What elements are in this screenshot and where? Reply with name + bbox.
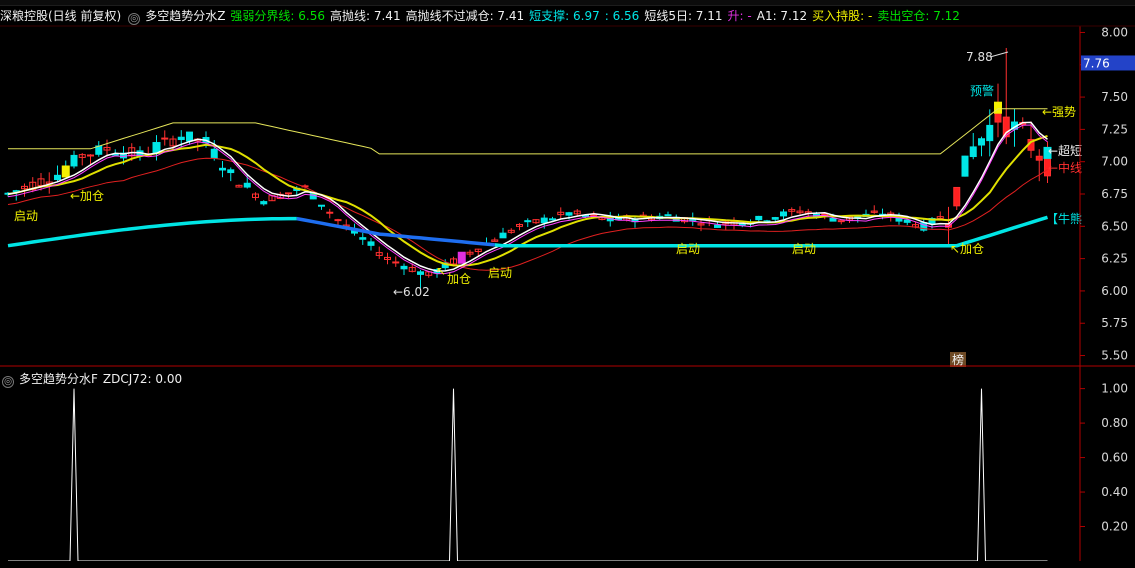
- candle-body: [210, 148, 218, 159]
- add-label-3: ↖加仓: [950, 242, 984, 256]
- candle-body: [227, 169, 235, 174]
- candle-body: [549, 218, 556, 221]
- add-label-2: 加仓: [447, 272, 471, 286]
- candle-body: [903, 219, 911, 223]
- start-label-3: 启动: [676, 242, 700, 256]
- super-short-label: ←超短: [1048, 143, 1082, 158]
- low-price-label: ←6.02: [393, 285, 430, 299]
- candle-body: [986, 124, 994, 142]
- price-tick-label: 6.00: [1101, 284, 1128, 298]
- upper-band-line: [8, 108, 1048, 155]
- signal-candle: [61, 165, 70, 178]
- price-tick-label: 8.00: [1101, 25, 1128, 39]
- candle-body: [417, 271, 424, 275]
- candle-body: [590, 214, 598, 217]
- ma5-offset-line: [7, 124, 1048, 275]
- candle-body: [70, 154, 78, 167]
- candle-body: [186, 131, 193, 142]
- sub-tick-label: 0.60: [1101, 451, 1128, 465]
- zdcj72-line: [8, 388, 1048, 562]
- ma5-line: [7, 121, 1048, 272]
- candle-body: [54, 174, 61, 181]
- start-label-2: 启动: [488, 266, 512, 280]
- candle-body: [87, 154, 94, 157]
- sub-tick-label: 0.80: [1101, 416, 1128, 430]
- trend-line-up: [7, 216, 297, 248]
- price-chart[interactable]: 启动←加仓加仓↖ 启动启动 启动 ↖加仓←6.027.88预警←强势←超短←中线【牛熊…: [0, 0, 1135, 568]
- candle-body: [961, 155, 969, 177]
- candle-body: [978, 138, 985, 146]
- sub-tick-label: 0.20: [1101, 520, 1128, 534]
- sub-tick-label: 0.40: [1101, 485, 1128, 499]
- bull-bear-label: 【牛熊: [1046, 211, 1082, 226]
- candle-body: [318, 204, 325, 207]
- price-tick-label: 7.00: [1101, 155, 1128, 169]
- warning-label: 预警: [970, 83, 994, 98]
- candle-body: [499, 232, 507, 239]
- candle-body: [243, 182, 251, 188]
- candle-body: [367, 241, 375, 246]
- candle-body: [755, 215, 763, 221]
- signal-candle: [457, 251, 466, 264]
- candle-body: [219, 167, 226, 171]
- sub-tick-label: 1.00: [1101, 382, 1128, 396]
- price-tick-label: 5.75: [1101, 316, 1128, 330]
- strong-label: ←强势: [1042, 105, 1076, 119]
- candle-body: [285, 192, 292, 195]
- current-price-label: 7.76: [1083, 56, 1110, 70]
- candle-body: [780, 211, 787, 217]
- candle-body: [1035, 155, 1043, 161]
- add-arrow-2: ↖: [436, 264, 446, 278]
- candle-body: [953, 186, 961, 207]
- price-tick-label: 7.25: [1101, 122, 1128, 136]
- candle-body: [771, 217, 779, 220]
- price-tick-label: 6.75: [1101, 187, 1128, 201]
- candle-body: [359, 237, 367, 240]
- candle-body: [400, 265, 408, 270]
- start-label-4: 启动: [792, 242, 816, 256]
- candle-body: [334, 219, 342, 222]
- price-tick-label: 7.50: [1101, 90, 1128, 104]
- mid-line-label: ←中线: [1048, 160, 1082, 175]
- candle-body: [829, 217, 837, 222]
- status-strip: [0, 561, 1135, 568]
- bang-label: 榜: [952, 352, 964, 367]
- price-tick-label: 6.50: [1101, 219, 1128, 233]
- candle-body: [326, 211, 334, 214]
- candle-body: [969, 146, 977, 158]
- candle-body: [664, 214, 672, 217]
- candle-body: [714, 224, 721, 228]
- candle-body: [524, 220, 532, 223]
- candle-body: [161, 137, 169, 140]
- high-price-label: 7.88: [966, 50, 993, 64]
- price-tick-label: 6.25: [1101, 252, 1128, 266]
- signal-candle: [994, 101, 1002, 114]
- candle-body: [177, 136, 185, 141]
- candle-body: [392, 261, 400, 264]
- candle-body: [837, 220, 845, 223]
- candle-body: [565, 212, 573, 216]
- price-tick-label: 5.50: [1101, 349, 1128, 363]
- candle-body: [260, 201, 268, 205]
- add-label-1: ←加仓: [70, 189, 104, 203]
- candle-body: [540, 217, 548, 224]
- start-label-1: 启动: [14, 209, 38, 223]
